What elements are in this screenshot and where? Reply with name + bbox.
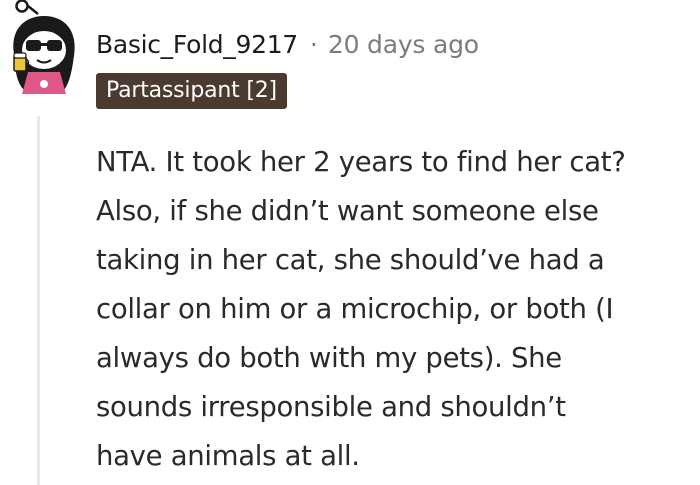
comment: Basic_Fold_9217 · 20 days ago Partassipa… <box>0 0 700 485</box>
comment-body: NTA. It took her 2 years to find her cat… <box>96 138 696 481</box>
thread-collapse-line[interactable] <box>37 116 40 485</box>
comment-body-line: NTA. It took her 2 years to find her cat… <box>96 146 626 178</box>
comment-body-line: collar on him or a microchip, or both (I <box>96 293 614 325</box>
comment-body-line: sounds irresponsible and shouldn’t <box>96 391 566 423</box>
comment-meta: Basic_Fold_9217 · 20 days ago <box>96 24 479 64</box>
timestamp-link[interactable]: 20 days ago <box>328 30 479 59</box>
meta-separator: · <box>309 29 318 59</box>
username-link[interactable]: Basic_Fold_9217 <box>96 30 298 59</box>
user-flair-badge: Partassipant [2] <box>96 73 287 109</box>
comment-body-line: Also, if she didn’t want someone else <box>96 195 599 227</box>
comment-body-line: have animals at all. <box>96 440 360 472</box>
comment-body-line: always do both with my pets). She <box>96 342 562 374</box>
comment-body-line: taking in her cat, she should’ve had a <box>96 244 605 276</box>
user-avatar-icon[interactable] <box>4 0 82 100</box>
